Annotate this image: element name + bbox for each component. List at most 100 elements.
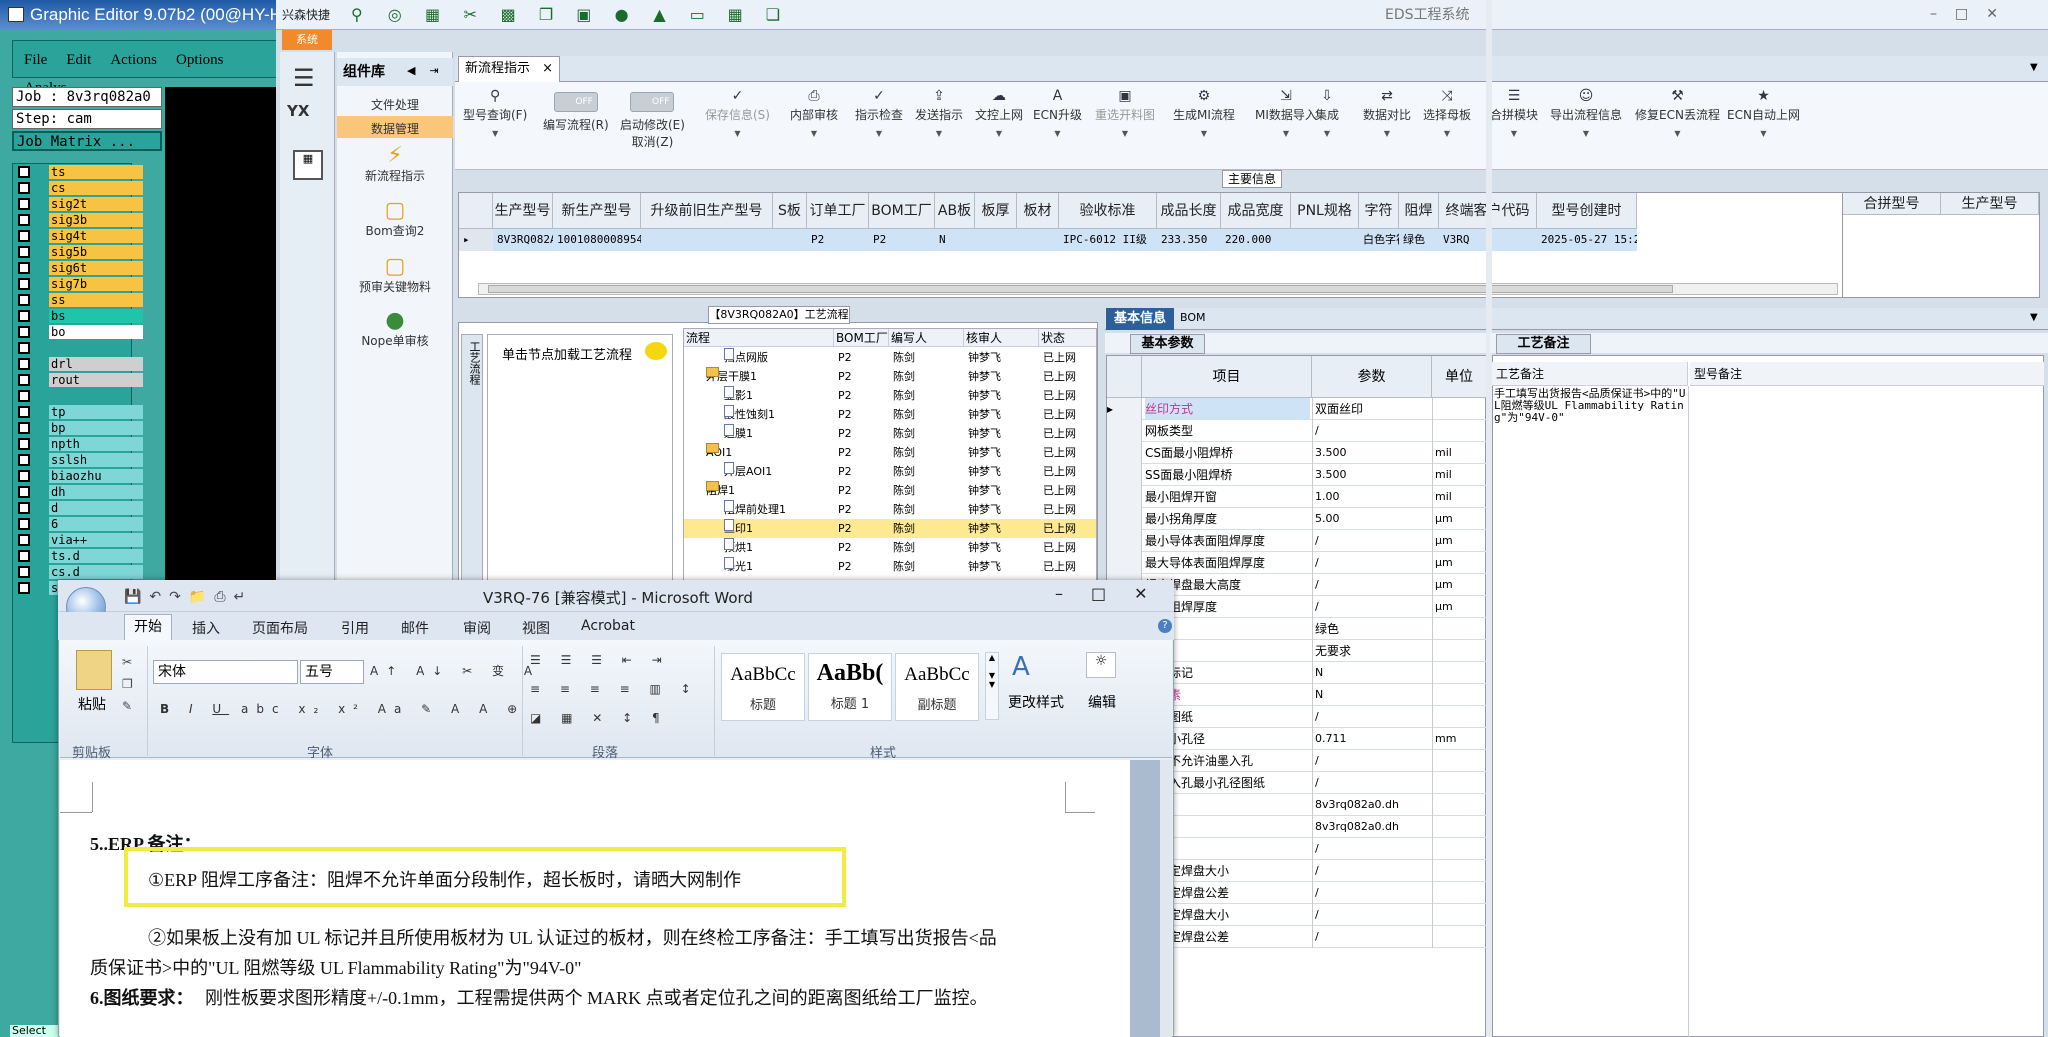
layer-name[interactable]: drl: [49, 357, 143, 371]
toolbar-button[interactable]: ✓ 指示检查 ▼: [855, 88, 903, 138]
close-icon[interactable]: ×: [542, 57, 553, 81]
layer-checkbox[interactable]: [18, 182, 30, 194]
copy-icon[interactable]: ❐: [535, 4, 557, 26]
param-value[interactable]: N: [1315, 662, 1430, 684]
param-value[interactable]: /: [1315, 904, 1430, 926]
param-value[interactable]: 8v3rq082a0.dh: [1315, 816, 1430, 838]
param-value[interactable]: /: [1315, 530, 1430, 552]
param-value[interactable]: /: [1315, 926, 1430, 948]
process-row[interactable]: 预烘1 P2 陈剑 钟梦飞 已上网: [684, 538, 1096, 557]
layer-name[interactable]: ss: [49, 293, 143, 307]
nav-bom-query[interactable]: ▢ Bom查询2: [337, 200, 453, 239]
process-row[interactable]: 酸性蚀刻1 P2 陈剑 钟梦飞 已上网: [684, 405, 1096, 424]
layer-name[interactable]: biaozhu: [49, 469, 143, 483]
grid-cell[interactable]: 绿色: [1399, 229, 1439, 251]
layer-name[interactable]: sslsh: [49, 453, 143, 467]
layer-row[interactable]: dh: [13, 484, 143, 500]
layer-row[interactable]: sig6t: [13, 260, 143, 276]
toolbar-button[interactable]: ▣ 重选开料图 ▼: [1095, 88, 1155, 138]
layer-row[interactable]: cs.d: [13, 564, 143, 580]
toggle-switch[interactable]: OFF: [553, 92, 598, 112]
style-subtitle[interactable]: AaBbCc 副标题: [895, 653, 979, 721]
font-format-buttons[interactable]: B I U abc x₂ x² Aa ✎ A A ⊕: [160, 702, 525, 716]
process-row[interactable]: 外层AOI1 P2 陈剑 钟梦飞 已上网: [684, 462, 1096, 481]
layer-row[interactable]: tp: [13, 404, 143, 420]
param-value[interactable]: 无要求: [1315, 640, 1430, 662]
nav-file-processing[interactable]: 文件处理: [337, 96, 453, 113]
layer-checkbox[interactable]: [18, 486, 30, 498]
layer-name[interactable]: d: [49, 501, 143, 515]
tree-column-header[interactable]: BOM工厂: [834, 329, 889, 347]
column-header[interactable]: 合拼型号: [1843, 193, 1941, 215]
layer-row[interactable]: bo: [13, 324, 143, 340]
grid-cell[interactable]: N: [935, 229, 975, 251]
layer-checkbox[interactable]: [18, 550, 30, 562]
grid-cell[interactable]: [975, 229, 1017, 251]
param-row[interactable]: 最小拐角厚度 5.00 μm: [1107, 508, 1487, 530]
layer-checkbox[interactable]: [18, 326, 30, 338]
tab-process-remark[interactable]: 工艺备注: [1496, 334, 1591, 354]
process-row[interactable]: 阻焊前处理1 P2 陈剑 钟梦飞 已上网: [684, 500, 1096, 519]
quick-access-toolbar[interactable]: 💾↶↷📁⎙↵: [124, 589, 253, 605]
param-row[interactable]: 最小阻焊开窗 1.00 mil: [1107, 486, 1487, 508]
process-side-tab[interactable]: 工艺流程: [461, 334, 483, 589]
word-window-controls[interactable]: –□✕: [1055, 584, 1176, 603]
toolbar-button[interactable]: ★ ECN自动上网 ▼: [1727, 88, 1800, 138]
tab-mailings[interactable]: 邮件: [401, 618, 429, 638]
param-value[interactable]: 8v3rq082a0.dh: [1315, 794, 1430, 816]
param-value[interactable]: 双面丝印: [1315, 398, 1430, 420]
layer-checkbox[interactable]: [18, 294, 30, 306]
layer-row[interactable]: 6: [13, 516, 143, 532]
layer-row[interactable]: biaozhu: [13, 468, 143, 484]
param-row[interactable]: 最小导体表面阻焊厚度 / μm: [1107, 530, 1487, 552]
nav-new-flow[interactable]: ⚡ 新流程指示: [337, 145, 453, 184]
font-family-select[interactable]: 宋体: [153, 660, 298, 684]
layer-checkbox[interactable]: [18, 534, 30, 546]
column-header[interactable]: 生产型号: [1941, 193, 2039, 215]
param-value[interactable]: N: [1315, 684, 1430, 706]
calculator-icon[interactable]: ▦: [293, 150, 323, 180]
process-row[interactable]: 退膜1 P2 陈剑 钟梦飞 已上网: [684, 424, 1096, 443]
layer-name[interactable]: bs: [49, 309, 143, 323]
toolbar-button[interactable]: ⤨ 选择母板 ▼: [1423, 88, 1471, 138]
paste-icon[interactable]: [76, 650, 112, 690]
column-header[interactable]: S板: [773, 193, 807, 229]
layer-name[interactable]: ts: [49, 165, 143, 179]
binoculars-icon[interactable]: ☼: [1086, 652, 1116, 678]
layer-name[interactable]: bp: [49, 421, 143, 435]
param-value[interactable]: 3.500: [1315, 442, 1430, 464]
layer-checkbox[interactable]: [18, 518, 30, 530]
grid-cell[interactable]: [1017, 229, 1059, 251]
layer-name[interactable]: dh: [49, 485, 143, 499]
layer-row[interactable]: ts: [13, 164, 143, 180]
param-value[interactable]: /: [1315, 750, 1430, 772]
layer-name[interactable]: npth: [49, 437, 143, 451]
toolbar-button[interactable]: OFF 编写流程(R): [543, 88, 609, 133]
param-value[interactable]: /: [1315, 596, 1430, 618]
layer-row[interactable]: drl: [13, 356, 143, 372]
layer-row[interactable]: [13, 340, 131, 356]
toolbar-button[interactable]: ☰ 合拼模块 ▼: [1490, 88, 1538, 138]
param-column-header[interactable]: 参数: [1312, 356, 1432, 398]
change-styles-label[interactable]: 更改样式: [1008, 692, 1064, 712]
monitor-icon[interactable]: ▭: [686, 4, 708, 26]
layer-row[interactable]: sig2t: [13, 196, 143, 212]
layer-row[interactable]: sslsh: [13, 452, 143, 468]
param-row[interactable]: 网板类型 /: [1107, 420, 1487, 442]
layer-checkbox[interactable]: [18, 166, 30, 178]
layer-checkbox[interactable]: [18, 390, 30, 402]
param-value[interactable]: 绿色: [1315, 618, 1430, 640]
font-size-select[interactable]: 五号: [300, 660, 364, 684]
layers-icon[interactable]: ❏: [762, 4, 784, 26]
layer-checkbox[interactable]: [18, 198, 30, 210]
chevron-down-icon[interactable]: ▼: [2030, 312, 2038, 323]
layer-name[interactable]: sig5b: [49, 245, 143, 259]
toolbar-button[interactable]: ⚒ 修复ECN丢流程 ▼: [1635, 88, 1720, 138]
layer-name[interactable]: sig3b: [49, 213, 143, 227]
param-row[interactable]: CS面最小阻焊桥 3.500 mil: [1107, 442, 1487, 464]
toolbar-button[interactable]: ⚲ 型号查询(F) ▼: [463, 88, 527, 138]
layer-checkbox[interactable]: [18, 582, 30, 594]
param-value[interactable]: /: [1315, 882, 1430, 904]
column-header[interactable]: AB板: [935, 193, 975, 229]
layer-row[interactable]: bp: [13, 420, 143, 436]
